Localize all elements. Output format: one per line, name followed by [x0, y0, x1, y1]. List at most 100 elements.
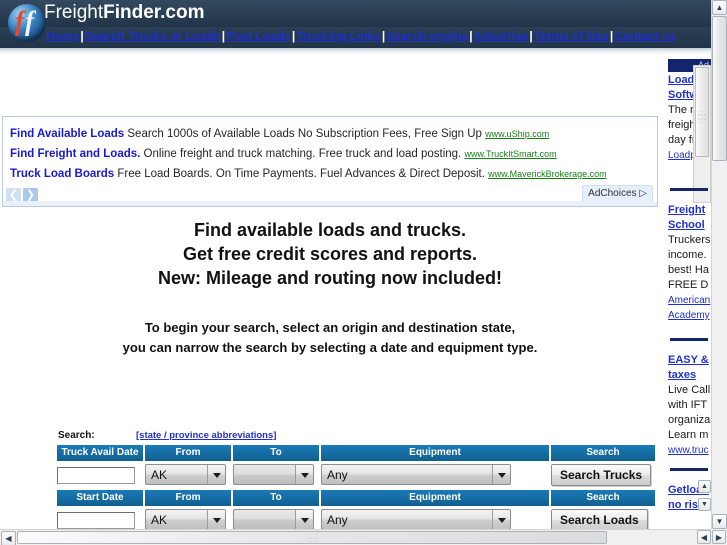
- sidebar-divider: [670, 338, 708, 341]
- ad-pager: ❮ ❯: [6, 185, 40, 203]
- chevron-down-icon: [295, 465, 313, 484]
- header-equipment: Equipment: [321, 490, 549, 506]
- truck-from-state-select[interactable]: AK: [145, 464, 226, 485]
- headline-line-1: Find available loads and trucks.: [193, 220, 467, 240]
- ad-url[interactable]: www.uShip.com: [485, 129, 549, 139]
- nav-item-post-loads[interactable]: Post Loads: [226, 29, 291, 43]
- chevron-down-icon: [492, 465, 510, 484]
- header-start-date: Start Date: [57, 490, 143, 506]
- ad-footer-strip: [3, 201, 657, 206]
- ad-block: Find Available Loads Search 1000s of Ava…: [2, 116, 658, 207]
- search-form: Truck Avail Date From To Equipment Searc…: [57, 445, 655, 529]
- truck-search-header-row: Truck Avail Date From To Equipment Searc…: [57, 445, 655, 461]
- nav-item-search-trucks-or-loads[interactable]: Search Trucks or Loads: [85, 29, 221, 43]
- search-loads-button[interactable]: Search Loads: [551, 509, 648, 529]
- nav-item-trucking-links[interactable]: Trucking Links: [296, 29, 381, 43]
- header-to: To: [233, 445, 319, 461]
- sidebar-ad2-url-line2[interactable]: Academy: [668, 308, 711, 323]
- adchoices-label: AdChoices: [588, 188, 637, 199]
- header-shadow: [0, 48, 711, 55]
- scroll-grip-icon: :::::::::: [698, 110, 707, 125]
- header-from: From: [145, 490, 231, 506]
- truck-to-state-select[interactable]: [233, 464, 314, 485]
- header-from: From: [145, 445, 231, 461]
- sidebar-inner-scrollbar[interactable]: :::::::::: [693, 65, 711, 203]
- scroll-left-button[interactable]: ◀: [1, 531, 16, 545]
- vertical-scrollbar[interactable]: ▲ ▼: [711, 0, 727, 529]
- ad-row[interactable]: Truck Load Boards Free Load Boards. On T…: [10, 168, 607, 180]
- page-subheadline: To begin your search, select an origin a…: [0, 318, 660, 358]
- adchoices-button[interactable]: AdChoices ▷: [582, 185, 653, 202]
- sidebar-ad3-text-line4: Learn m: [668, 429, 709, 441]
- outer-scroll-right-button[interactable]: ▶: [712, 530, 726, 544]
- page-content: f f FreightFinder.com Home|Search Trucks…: [0, 0, 711, 529]
- ad-row[interactable]: Find Available Loads Search 1000s of Ava…: [10, 128, 549, 140]
- truck-from-state-value: AK: [151, 468, 168, 482]
- sidebar-ad2-text-line2: income.: [668, 249, 707, 261]
- ad-title[interactable]: Find Freight and Loads.: [10, 148, 140, 160]
- truck-avail-date-input[interactable]: [57, 466, 135, 484]
- scroll-up-button[interactable]: ▲: [712, 0, 727, 15]
- outer-scroll-left-button[interactable]: ◀: [697, 530, 711, 544]
- ad-body: Free Load Boards. On Time Payments. Fuel…: [117, 168, 485, 180]
- truck-equipment-select[interactable]: Any: [321, 464, 511, 485]
- nav-item-contact-us[interactable]: Contact us: [614, 29, 676, 43]
- load-equipment-select[interactable]: Any: [321, 509, 511, 529]
- sidebar-ad-block-2: Freight School Truckers income. best! Ha…: [668, 203, 711, 323]
- site-logo[interactable]: f f: [4, 1, 48, 47]
- header-search: Search: [551, 445, 655, 461]
- adchoices-icon: ▷: [639, 188, 647, 199]
- nav-item-home[interactable]: Home: [46, 29, 79, 43]
- chevron-down-icon: [492, 510, 510, 529]
- sidebar-scroll-up-button[interactable]: ▲: [698, 480, 711, 493]
- main-column: Find Available Loads Search 1000s of Ava…: [0, 55, 663, 529]
- sidebar-ad3-url[interactable]: www.truc: [668, 443, 711, 458]
- site-title-bold: Finder.com: [103, 2, 205, 23]
- sidebar-ad2-text-line4: FREE D: [668, 279, 709, 291]
- headline-line-2: Get free credit scores and reports.: [182, 244, 478, 264]
- sidebar-ad2-link-line1[interactable]: Freight: [668, 203, 711, 218]
- truck-search-input-row: AK Any Search Trucks: [57, 461, 652, 490]
- nav-item-search-engine[interactable]: Search engine: [386, 29, 468, 43]
- sidebar-ad3-link-line1[interactable]: EASY &: [668, 353, 711, 368]
- load-search-header-row: Start Date From To Equipment Search: [57, 490, 655, 506]
- chevron-down-icon: [207, 510, 225, 529]
- site-title-light: Freight: [44, 2, 104, 23]
- sidebar-ad3-link-line2[interactable]: taxes: [668, 368, 711, 383]
- horizontal-scroll-thumb[interactable]: ::::::::: [17, 531, 607, 544]
- sidebar-ad2-url-line1[interactable]: American: [668, 293, 711, 308]
- main-navigation: Home|Search Trucks or Loads|Post Loads|T…: [46, 28, 706, 45]
- sidebar-divider: [670, 188, 708, 191]
- header-search: Search: [551, 490, 655, 506]
- subheadline-line-2: you can narrow the search by selecting a…: [122, 340, 538, 355]
- sidebar-ad2-link-line2[interactable]: School: [668, 218, 711, 233]
- sidebar-ad-block-3: EASY & taxes Live Call with IFT organiza…: [668, 353, 711, 458]
- ad-body: Search 1000s of Available Loads No Subsc…: [127, 128, 482, 140]
- header-truck-avail-date: Truck Avail Date: [57, 445, 143, 461]
- sidebar-scroll-down-button[interactable]: ▼: [698, 498, 711, 511]
- vertical-scroll-thumb[interactable]: [712, 16, 727, 161]
- sidebar-divider: [670, 468, 708, 471]
- scroll-down-button[interactable]: ▼: [712, 514, 727, 529]
- horizontal-scrollbar[interactable]: ◀ ::::::::: [0, 529, 711, 545]
- load-start-date-input[interactable]: [57, 511, 135, 529]
- sidebar-ad3-text-line3: organiza: [668, 414, 711, 426]
- nav-item-advertise[interactable]: Advertise: [474, 29, 529, 43]
- ad-title[interactable]: Truck Load Boards: [10, 168, 114, 180]
- ad-row[interactable]: Find Freight and Loads. Online freight a…: [10, 148, 557, 160]
- ad-url[interactable]: www.TruckItSmart.com: [464, 149, 556, 159]
- search-trucks-button[interactable]: Search Trucks: [551, 464, 652, 486]
- ad-body: Online freight and truck matching. Free …: [143, 148, 462, 160]
- load-to-state-select[interactable]: [233, 509, 314, 529]
- ad-url[interactable]: www.MaverickBrokerage.com: [488, 169, 607, 179]
- state-province-abbreviations-link[interactable]: [state / province abbreviations]: [136, 430, 276, 441]
- sidebar-ad2-text-line3: best! Ha: [668, 264, 709, 276]
- load-from-state-select[interactable]: AK: [145, 509, 226, 529]
- sidebar-ad3-text-line1: Live Call: [668, 384, 711, 396]
- ad-title[interactable]: Find Available Loads: [10, 128, 124, 140]
- browser-viewport: f f FreightFinder.com Home|Search Trucks…: [0, 0, 727, 545]
- nav-item-terms-of-use[interactable]: Terms of Use: [534, 29, 609, 43]
- search-label: Search:: [58, 430, 95, 441]
- header-equipment: Equipment: [321, 445, 549, 461]
- load-search-input-row: AK Any Search Loads: [57, 506, 648, 529]
